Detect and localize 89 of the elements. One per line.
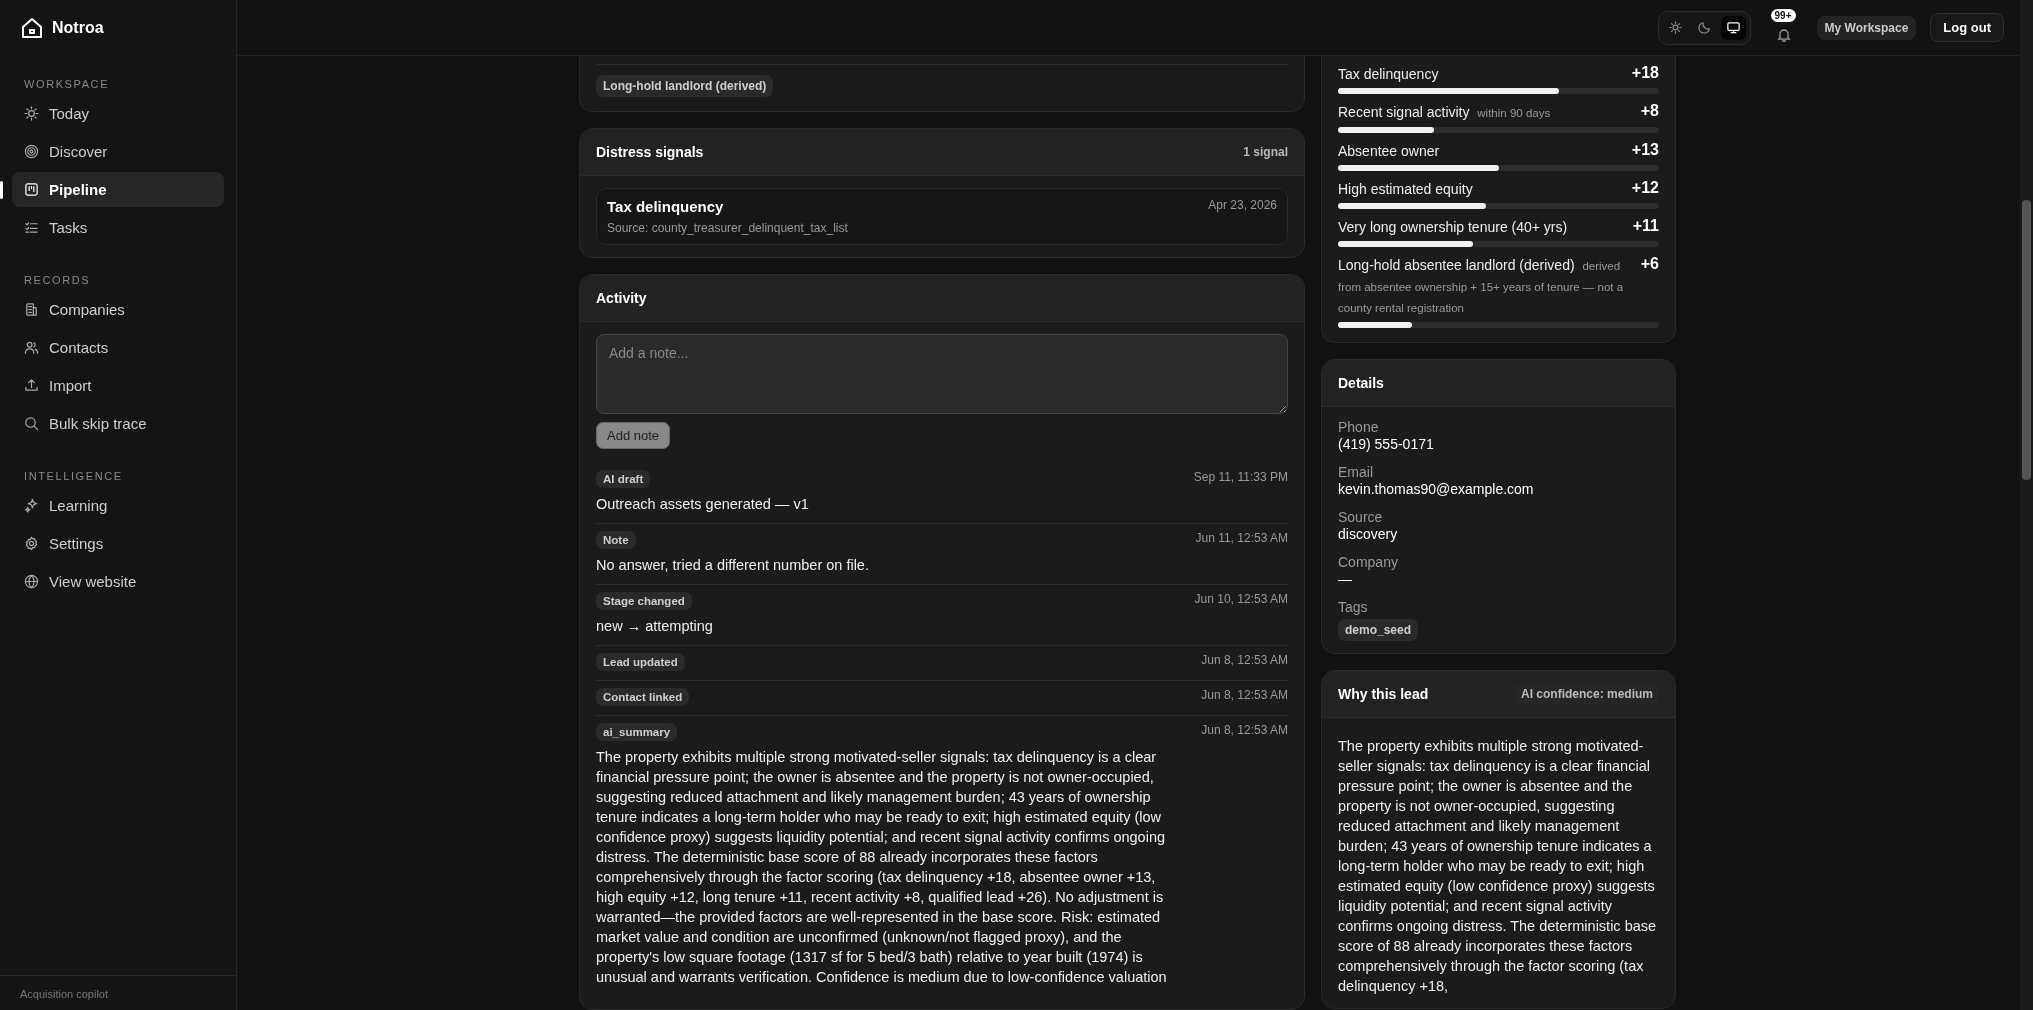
field-label: Email bbox=[1338, 464, 1374, 480]
activity-date: Jun 8, 12:53 AM bbox=[1201, 723, 1288, 737]
nav-item[interactable]: View website bbox=[12, 564, 224, 599]
field-value: discovery bbox=[1338, 526, 1399, 542]
factor-label: High estimated equity bbox=[1338, 180, 1473, 199]
field-label: Source bbox=[1338, 509, 1384, 525]
factor-label: Very long ownership tenure (40+ yrs) bbox=[1338, 218, 1568, 237]
card-title: Distress signals bbox=[596, 144, 704, 160]
factor-label: Long-hold absentee landlord (derived) derived from absentee ownership + 15+ years of tenure — not a county rental registration bbox=[1338, 256, 1625, 316]
nav-item[interactable]: Bulk skip trace bbox=[12, 406, 224, 441]
notification-count-badge: 99+ bbox=[1770, 8, 1796, 22]
factor-points: +6 bbox=[1640, 255, 1659, 273]
factor-points: +13 bbox=[1631, 141, 1659, 159]
signal-date: Apr 23, 2026 bbox=[1208, 198, 1277, 214]
confidence-label: AI confidence: medium bbox=[1514, 684, 1659, 704]
activity-type-badge: Stage changed bbox=[596, 592, 692, 610]
nav-item[interactable]: Contacts bbox=[12, 330, 224, 365]
card-title: Why this lead bbox=[1338, 686, 1429, 702]
target-icon bbox=[24, 144, 39, 159]
add-note-button[interactable]: Add note bbox=[596, 422, 671, 449]
bell-icon bbox=[1775, 26, 1792, 43]
activity-date: Jun 10, 12:53 AM bbox=[1194, 592, 1288, 606]
activity-type-badge: Lead updated bbox=[596, 653, 685, 671]
field-label: Company bbox=[1338, 554, 1399, 570]
field-value: kevin.thomas90@example.com bbox=[1338, 481, 1535, 497]
nav-item[interactable]: Companies bbox=[12, 292, 224, 327]
section-heading: INTELLIGENCE bbox=[23, 469, 124, 484]
board-icon bbox=[24, 182, 39, 197]
tag: demo_seed bbox=[1338, 619, 1419, 641]
globe-icon bbox=[24, 574, 39, 589]
sun-icon bbox=[1667, 20, 1683, 35]
app-name: Notroa bbox=[52, 19, 104, 37]
sparkle-icon bbox=[24, 498, 39, 513]
activity-text: Outreach assets generated — v1 bbox=[596, 495, 810, 514]
nav-item[interactable]: Today bbox=[12, 96, 224, 131]
sidebar-footer-text: Acquisition copilot bbox=[0, 975, 236, 1010]
moon-icon bbox=[1696, 20, 1712, 35]
activity-date: Jun 11, 12:53 AM bbox=[1195, 531, 1288, 545]
section-heading: WORKSPACE bbox=[23, 77, 111, 92]
upload-icon bbox=[24, 378, 39, 393]
active-indicator bbox=[0, 181, 3, 199]
field-label: Phone bbox=[1338, 419, 1380, 435]
field-value: (419) 555-0171 bbox=[1338, 436, 1435, 452]
note-field[interactable]: Add a note... bbox=[596, 334, 1288, 414]
factor-label: Tax delinquency bbox=[1338, 65, 1439, 84]
activity-type-badge: Contact linked bbox=[596, 688, 690, 706]
theme-button[interactable] bbox=[1720, 15, 1746, 40]
card-title: Details bbox=[1338, 375, 1384, 391]
factor-label: Recent signal activity within 90 days bbox=[1338, 103, 1551, 122]
nav-item[interactable]: Tasks bbox=[12, 210, 224, 245]
activity-text: new → attempting bbox=[596, 617, 714, 636]
nav-item[interactable]: Discover bbox=[12, 134, 224, 169]
signal-source: Source: county_treasurer_delinquent_tax_list bbox=[607, 221, 849, 235]
activity-text: The property exhibits multiple strong motivated-seller signals: tax delinquency is a clear financial pressure point; the owner is absentee and the property is not owner-occupied, suggesting reduced attachment and likely management burden; 43 years of ownership tenure indicates a long-term holder who may be ready to exit; high estimated equity (low confidence proxy) suggests liquidity potential; and recent signal activity confirms ongoing distress. The deterministic base score of 88 already incorporates these factors comprehensively through the factor scoring (tax delinquency +18, absentee owner +13, high equity +12, long tenure +11, recent activity +8, qualified lead +26). No adjustment is warranted—the provided factors are well-represented in the base score. Risk: estimated market value and condition are unconfirmed (unknown/not flagged proxy), and the property's low square footage (1317 sf for 5 bed/3 bath) relative to year built (1974) is unusual and warrants verification. Confidence is medium due to low-confidence valuation bbox=[596, 748, 1168, 987]
settings-icon bbox=[24, 536, 39, 551]
field-value: — bbox=[1338, 571, 1353, 587]
house-logo-icon bbox=[20, 16, 44, 40]
nav-item[interactable]: Settings bbox=[12, 526, 224, 561]
signal-name: Tax delinquency bbox=[607, 198, 724, 215]
factor-points: +8 bbox=[1640, 102, 1659, 120]
activity-type-badge: ai_summary bbox=[596, 723, 678, 741]
activity-date: Jun 8, 12:53 AM bbox=[1201, 688, 1288, 702]
nav-item[interactable]: Import bbox=[12, 368, 224, 403]
factor-label: Absentee owner bbox=[1338, 142, 1440, 161]
factor-points: +12 bbox=[1631, 179, 1659, 197]
factor-points: +11 bbox=[1632, 217, 1659, 235]
monitor-icon bbox=[1725, 20, 1741, 35]
sun-icon bbox=[24, 106, 39, 121]
notifications-button[interactable]: 99+ bbox=[1768, 8, 1799, 47]
search-icon bbox=[24, 416, 39, 431]
workspace-button[interactable]: My Workspace bbox=[1816, 15, 1917, 40]
logout-button[interactable]: Log out bbox=[1930, 13, 2004, 42]
card-title: Activity bbox=[596, 290, 647, 306]
building-icon bbox=[24, 302, 39, 317]
factor-points: +18 bbox=[1631, 64, 1659, 82]
scrollbar[interactable] bbox=[2020, 0, 2033, 1010]
activity-date: Sep 11, 11:33 PM bbox=[1193, 470, 1288, 484]
section-heading: RECORDS bbox=[23, 273, 92, 288]
activity-type-badge: AI draft bbox=[596, 470, 651, 488]
checklist-icon bbox=[24, 220, 39, 235]
signal-count: 1 signal bbox=[1243, 145, 1288, 159]
users-icon bbox=[24, 340, 39, 355]
tag: Long-hold landlord (derived) bbox=[596, 75, 774, 97]
activity-type-badge: Note bbox=[596, 531, 636, 549]
activity-date: Jun 8, 12:53 AM bbox=[1201, 653, 1288, 667]
field-label: Tags bbox=[1338, 599, 1369, 615]
nav-item[interactable]: Learning bbox=[12, 488, 224, 523]
activity-text: No answer, tried a different number on file. bbox=[596, 556, 870, 575]
explanation-text: The property exhibits multiple strong motivated-seller signals: tax delinquency is a clear financial pressure point; the owner is absentee and the property is not owner-occupied, suggesting reduced attachment and likely management burden; 43 years of ownership tenure indicates a long-term holder who may be ready to exit; high estimated equity (low confidence proxy) suggests liquidity potential; and recent signal activity confirms ongoing distress. The deterministic base score of 88 already incorporates these factors comprehensively through the factor scoring (tax delinquency +18, bbox=[1338, 737, 1658, 996]
